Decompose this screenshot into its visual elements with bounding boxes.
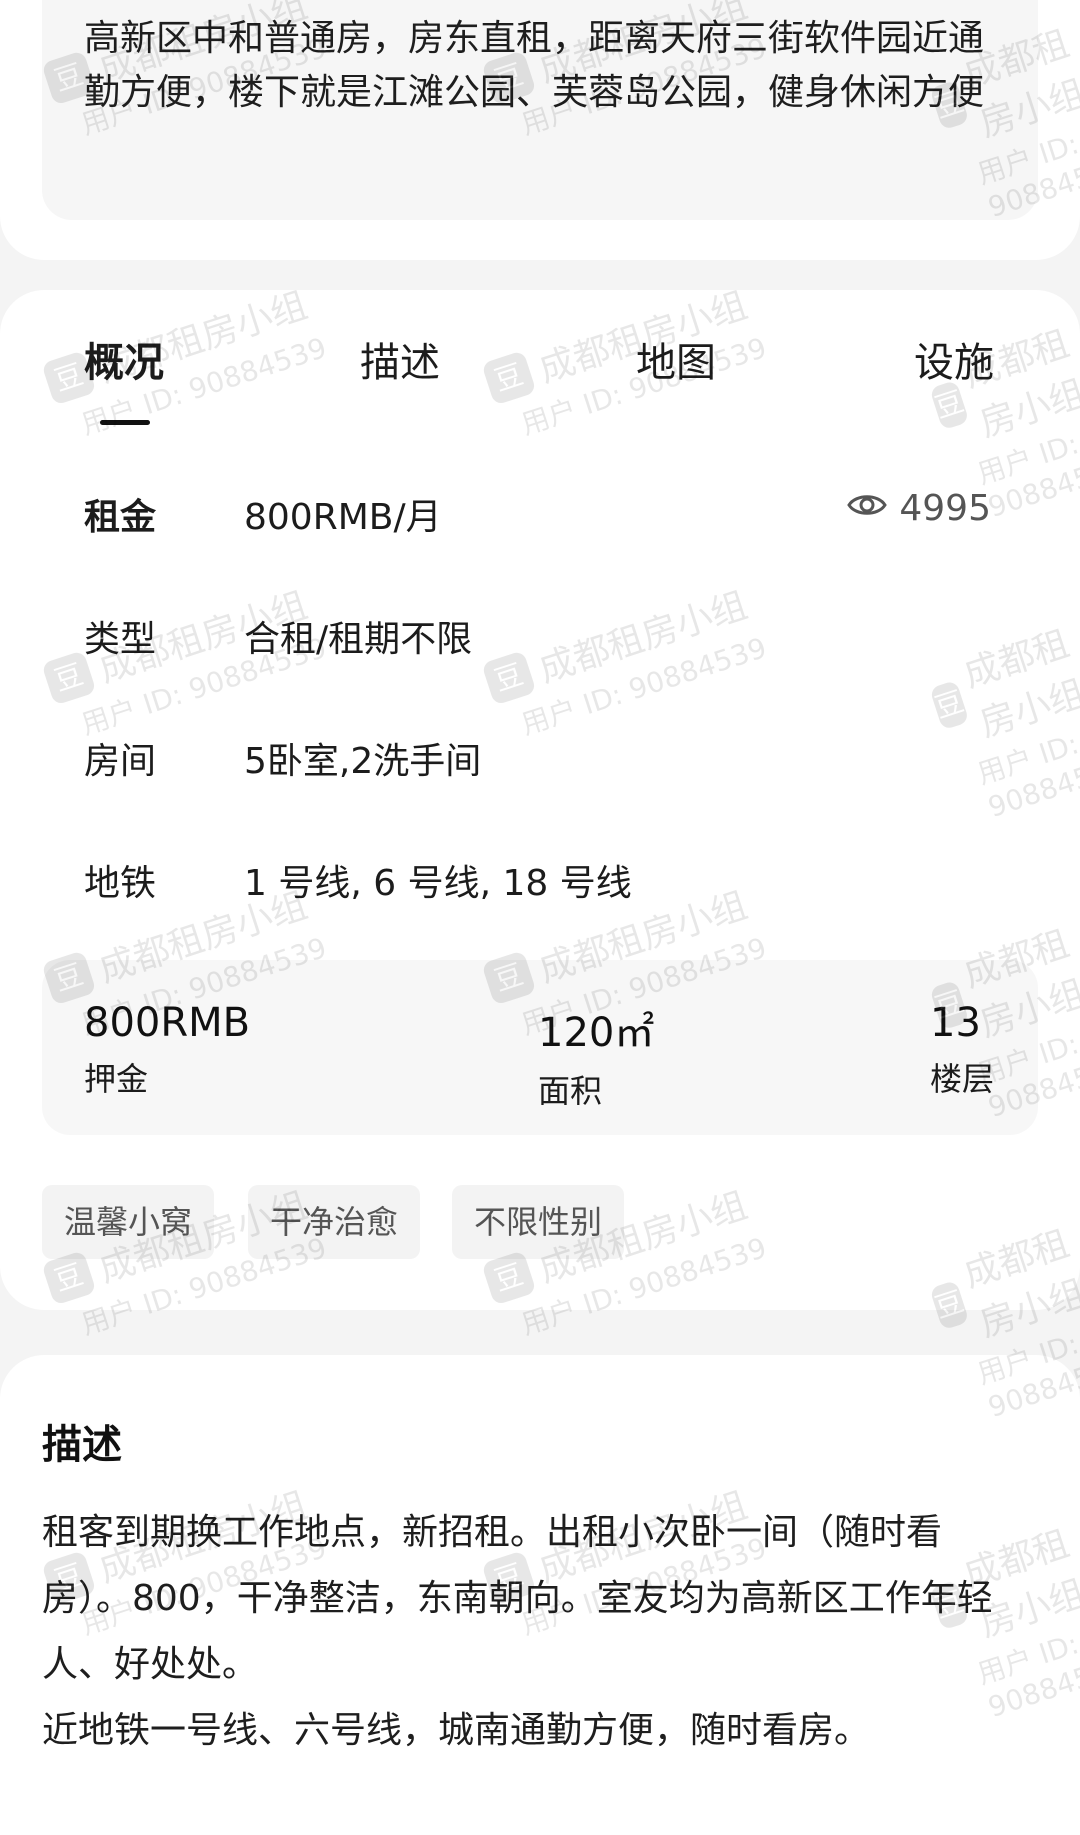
tab-facilities[interactable]: 设施 (914, 330, 994, 388)
room-row: 房间 5卧室,2洗手间 (84, 732, 1004, 792)
floor-caption: 楼层 (930, 1060, 995, 1098)
eye-icon (847, 488, 888, 529)
overview-card (0, 290, 1080, 1310)
description-body: 租客到期换工作地点，新招租。出租小次卧一间（随时看房）。800，干净整洁，东南朝… (42, 1512, 993, 1751)
type-row: 类型 合租/租期不限 (84, 610, 1004, 670)
room-value: 5卧室,2洗手间 (244, 741, 482, 782)
metro-label: 地铁 (84, 863, 157, 904)
tag-chip: 干净治愈 (248, 1185, 421, 1259)
tab-overview[interactable]: 概况 (84, 330, 164, 388)
summary-text: 高新区中和普通房，房东直租，距离天府三街软件园近通勤方便，楼下就是江滩公园、芙蓉… (84, 18, 985, 113)
type-label: 类型 (84, 619, 157, 660)
description-title: 描述 (42, 1422, 122, 1468)
tab-description[interactable]: 描述 (360, 330, 440, 388)
tag-chip: 温馨小窝 (42, 1185, 215, 1259)
views-counter: 4995 (847, 488, 991, 529)
metro-value: 1 号线, 6 号线, 18 号线 (244, 863, 632, 904)
floor-value: 13 (930, 1000, 981, 1046)
area-value: 120㎡ (538, 1010, 655, 1056)
deposit-value: 800RMB (84, 1000, 251, 1046)
summary-box: 高新区中和普通房，房东直租，距离天府三街软件园近通勤方便，楼下就是江滩公园、芙蓉… (42, 0, 1038, 220)
rent-label: 租金 (84, 497, 157, 538)
stats-panel: 800RMB 押金 120㎡ 面积 13 楼层 (42, 960, 1038, 1135)
tag-chip: 不限性别 (452, 1185, 625, 1259)
area-stat: 120㎡ 面积 (538, 1000, 654, 1112)
type-value: 合租/租期不限 (244, 619, 473, 660)
active-tab-indicator (100, 420, 150, 425)
deposit-stat: 800RMB 押金 (84, 1000, 250, 1100)
tab-map[interactable]: 地图 (636, 330, 716, 388)
metro-row: 地铁 1 号线, 6 号线, 18 号线 (84, 854, 1004, 914)
tab-bar: 概况 描述 地图 设施 (0, 290, 1080, 420)
floor-stat: 13 楼层 (930, 1000, 994, 1100)
deposit-caption: 押金 (84, 1060, 149, 1098)
room-label: 房间 (84, 741, 157, 782)
views-count: 4995 (899, 488, 991, 529)
rent-value: 800RMB/月 (244, 497, 442, 538)
area-caption: 面积 (538, 1072, 603, 1110)
